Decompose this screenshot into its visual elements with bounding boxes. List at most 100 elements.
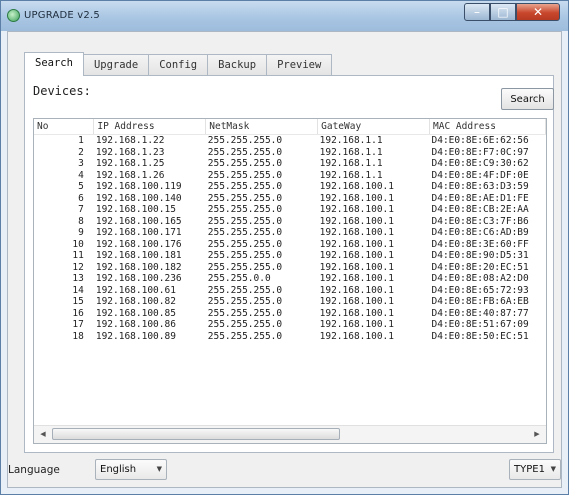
cell-no: 3 (78, 158, 84, 169)
cell-mac: D4:E0:8E:C9:30:62 (431, 158, 529, 169)
cell-no: 15 (72, 296, 84, 307)
table-row[interactable]: 10 192.168.100.176 255.255.255.0 192.168.10… (34, 239, 546, 251)
cell-netmask: 255.255.255.0 (207, 238, 283, 250)
cell-no: 18 (72, 330, 84, 342)
cell-gateway: 192.168.100.1 (319, 192, 394, 204)
table-row[interactable]: 17 192.168.100.86 255.255.255.0 192.168.100… (34, 319, 546, 331)
cell-gateway: 192.168.100.1 (319, 273, 394, 284)
cell-netmask: 255.255.255.0 (207, 330, 283, 342)
table-row[interactable]: 3 192.168.1.25 255.255.255.0 192.168.1.1 D4:… (34, 158, 546, 170)
cell-no: 8 (78, 215, 84, 227)
cell-gateway: 192.168.100.1 (319, 215, 394, 227)
cell-netmask: 255.255.255.0 (207, 250, 283, 261)
cell-ip: 192.168.100.119 (95, 181, 182, 192)
devices-label: Devices: (33, 84, 91, 98)
scroll-right-icon[interactable]: ▶ (530, 428, 544, 440)
horizontal-scrollbar[interactable]: ◀ ▶ (34, 425, 546, 443)
cell-gateway: 192.168.100.1 (319, 227, 394, 238)
table-row[interactable]: 6 192.168.100.140 255.255.255.0 192.168.100… (34, 193, 546, 205)
cell-mac: D4:E0:8E:50:EC:51 (431, 330, 529, 342)
cell-gateway: 192.168.100.1 (319, 261, 394, 273)
table-row[interactable]: 8 192.168.100.165 255.255.255.0 192.168.100… (34, 216, 546, 228)
tab-search[interactable]: Search (24, 52, 84, 76)
table-row[interactable]: 7 192.168.100.15 255.255.255.0 192.168.100.… (34, 204, 546, 216)
cell-ip: 192.168.100.86 (95, 319, 176, 330)
column-header-gateway[interactable]: GateWay (317, 119, 431, 135)
table-row[interactable]: 5 192.168.100.119 255.255.255.0 192.168.100… (34, 181, 546, 193)
search-panel: Devices: Search No IP Address NetMask Ga… (24, 75, 554, 453)
maximize-button[interactable]: □ (490, 3, 516, 21)
cell-gateway: 192.168.1.1 (319, 135, 383, 146)
cell-no: 9 (78, 227, 84, 238)
column-header-no[interactable]: No (34, 119, 95, 135)
cell-ip: 192.168.100.61 (95, 284, 176, 296)
cell-netmask: 255.255.255.0 (207, 204, 283, 215)
cell-netmask: 255.255.255.0 (207, 261, 283, 273)
table-row[interactable]: 9 192.168.100.171 255.255.255.0 192.168.100… (34, 227, 546, 239)
table-header-row: No IP Address NetMask GateWay MAC Addres… (34, 119, 546, 135)
title-bar[interactable]: UPGRADE v2.5 – □ ✕ (1, 1, 568, 31)
maximize-icon: □ (497, 5, 509, 19)
chevron-down-icon: ▼ (550, 465, 556, 473)
cell-no: 14 (72, 284, 84, 296)
table-row[interactable]: 4 192.168.1.26 255.255.255.0 192.168.1.1 D4:… (34, 170, 546, 182)
minimize-button[interactable]: – (464, 3, 490, 21)
minimize-icon: – (474, 5, 480, 19)
cell-no: 2 (78, 146, 84, 158)
cell-ip: 192.168.100.236 (95, 273, 182, 284)
table-row[interactable]: 11 192.168.100.181 255.255.255.0 192.168.10… (34, 250, 546, 262)
device-list[interactable]: No IP Address NetMask GateWay MAC Addres… (33, 118, 547, 444)
cell-ip: 192.168.100.176 (95, 238, 182, 250)
tab-backup[interactable]: Backup (207, 54, 268, 75)
cell-netmask: 255.255.255.0 (207, 169, 283, 181)
table-row[interactable]: 16 192.168.100.85 255.255.255.0 192.168.100… (34, 308, 546, 320)
language-select[interactable]: English ▼ (95, 459, 167, 480)
cell-mac: D4:E0:8E:51:67:09 (431, 319, 529, 330)
cell-netmask: 255.255.255.0 (207, 158, 283, 169)
cell-mac: D4:E0:8E:40:87:77 (431, 307, 529, 319)
cell-mac: D4:E0:8E:CB:2E:AA (431, 204, 529, 215)
column-header-ip[interactable]: IP Address (93, 119, 207, 135)
search-button[interactable]: Search (501, 88, 554, 110)
cell-gateway: 192.168.100.1 (319, 204, 394, 215)
tab-config[interactable]: Config (148, 54, 209, 75)
type-select[interactable]: TYPE1 ▼ (509, 459, 561, 480)
device-table: No IP Address NetMask GateWay MAC Addres… (34, 119, 546, 342)
cell-gateway: 192.168.100.1 (319, 238, 394, 250)
cell-no: 5 (78, 181, 84, 192)
cell-mac: D4:E0:8E:C3:7F:B6 (431, 215, 529, 227)
table-row[interactable]: 2 192.168.1.23 255.255.255.0 192.168.1.1 D4:… (34, 147, 546, 159)
table-row[interactable]: 1 192.168.1.22 255.255.255.0 192.168.1.1 D4:… (34, 135, 546, 147)
table-row[interactable]: 14 192.168.100.61 255.255.255.0 192.168.100… (34, 285, 546, 297)
app-window: UPGRADE v2.5 – □ ✕ Search Upgrade Config… (0, 0, 569, 495)
cell-ip: 192.168.100.85 (95, 307, 176, 319)
scrollbar-thumb[interactable] (52, 428, 340, 440)
tab-bar: Search Upgrade Config Backup Preview (24, 52, 333, 76)
cell-ip: 192.168.100.82 (95, 296, 176, 307)
close-button[interactable]: ✕ (516, 3, 560, 21)
cell-netmask: 255.255.255.0 (207, 296, 283, 307)
cell-no: 17 (72, 319, 84, 330)
column-header-mac[interactable]: MAC Address (429, 119, 546, 135)
table-row[interactable]: 12 192.168.100.182 255.255.255.0 192.168.10… (34, 262, 546, 274)
table-row[interactable]: 18 192.168.100.89 255.255.255.0 192.168.100… (34, 331, 546, 343)
table-row[interactable]: 13 192.168.100.236 255.255.0.0 192.168.100.… (34, 273, 546, 285)
cell-mac: D4:E0:8E:6E:62:56 (431, 135, 529, 146)
cell-gateway: 192.168.100.1 (319, 330, 394, 342)
cell-mac: D4:E0:8E:08:A2:D0 (431, 273, 529, 284)
cell-netmask: 255.255.255.0 (207, 319, 283, 330)
chevron-down-icon: ▼ (156, 465, 162, 473)
tab-upgrade[interactable]: Upgrade (82, 54, 150, 75)
cell-gateway: 192.168.100.1 (319, 307, 394, 319)
column-header-netmask[interactable]: NetMask (205, 119, 319, 135)
tab-preview[interactable]: Preview (266, 54, 333, 75)
cell-ip: 192.168.100.165 (95, 215, 182, 227)
cell-mac: D4:E0:8E:20:EC:51 (431, 261, 529, 273)
window-controls: – □ ✕ (464, 3, 560, 23)
table-row[interactable]: 15 192.168.100.82 255.255.255.0 192.168.100… (34, 296, 546, 308)
cell-mac: D4:E0:8E:65:72:93 (431, 284, 529, 296)
scroll-left-icon[interactable]: ◀ (36, 428, 50, 440)
app-icon (7, 9, 20, 22)
cell-netmask: 255.255.255.0 (207, 135, 283, 146)
cell-gateway: 192.168.100.1 (319, 319, 394, 330)
